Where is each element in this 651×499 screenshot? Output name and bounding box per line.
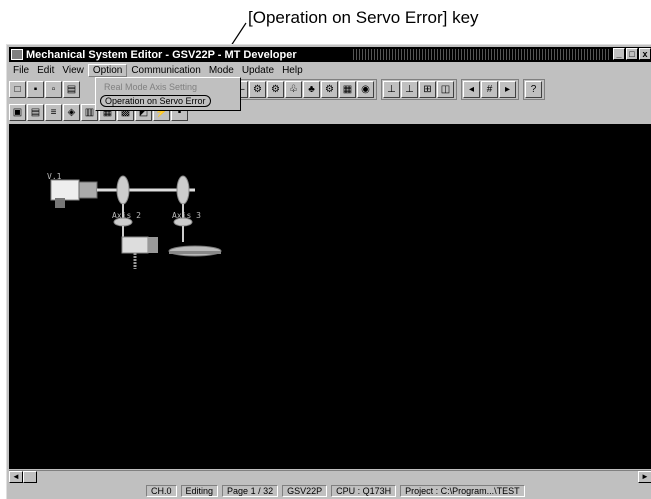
diff-gear-icon[interactable]: ♣ bbox=[303, 80, 320, 98]
app-window: Mechanical System Editor - GSV22P - MT D… bbox=[6, 44, 651, 499]
scroll-left-button[interactable]: ◄ bbox=[9, 471, 23, 483]
parameter-icon[interactable]: ◈ bbox=[63, 103, 80, 121]
clutch-icon[interactable]: ⚙ bbox=[267, 80, 284, 98]
roller-icon[interactable]: ⊥ bbox=[383, 80, 400, 98]
maximize-button[interactable]: □ bbox=[626, 48, 638, 60]
close-button[interactable]: x bbox=[639, 48, 651, 60]
mechanism-parts-toolbar: — ⚙ ⚙ ♧ ♣ ⚙ ▦ ◉ bbox=[229, 78, 377, 100]
menu-file[interactable]: File bbox=[9, 65, 33, 76]
navigation-toolbar: ◂ # ▸ bbox=[461, 78, 519, 100]
menu-help[interactable]: Help bbox=[278, 65, 307, 76]
horizontal-scrollbar[interactable]: ◄ ► bbox=[9, 470, 651, 483]
virtual-servo-motor[interactable] bbox=[50, 179, 80, 201]
save-icon[interactable]: ▪ bbox=[27, 80, 44, 98]
status-cpu: CPU : Q173H bbox=[331, 484, 397, 497]
screenshot-root: [Operation on Servo Error] key Mechanica… bbox=[0, 0, 651, 499]
virtual-axis-icon[interactable]: ▦ bbox=[339, 80, 356, 98]
cam-icon[interactable]: ◉ bbox=[357, 80, 374, 98]
gear-2[interactable] bbox=[176, 175, 190, 205]
grid-icon[interactable]: # bbox=[481, 80, 498, 98]
menu-edit[interactable]: Edit bbox=[33, 65, 58, 76]
menu-mode[interactable]: Mode bbox=[205, 65, 238, 76]
menu-item-real-mode-axis-setting[interactable]: Real Mode Axis Setting bbox=[104, 82, 197, 92]
open-icon[interactable]: ▫ bbox=[45, 80, 62, 98]
status-project-path: Project : C:\Program...\TEST bbox=[400, 484, 525, 497]
cam-output-icon[interactable]: ◫ bbox=[437, 80, 454, 98]
gear-1[interactable] bbox=[116, 175, 130, 205]
monitor-icon[interactable]: ▤ bbox=[27, 103, 44, 121]
minimize-button[interactable]: _ bbox=[613, 48, 625, 60]
output-toolbar: ⊥ ⊥ ⊞ ◫ bbox=[381, 78, 457, 100]
scroll-right-button[interactable]: ► bbox=[638, 471, 651, 483]
new-file-icon[interactable]: □ bbox=[9, 80, 26, 98]
print-icon[interactable]: ▤ bbox=[63, 80, 80, 98]
ball-screw-output[interactable] bbox=[121, 236, 149, 254]
connect-icon[interactable]: ≡ bbox=[45, 103, 62, 121]
help-toolbar: ? bbox=[523, 78, 545, 100]
help-icon[interactable]: ? bbox=[525, 80, 542, 98]
speed-change-icon[interactable]: ♧ bbox=[285, 80, 302, 98]
window-title: Mechanical System Editor - GSV22P - MT D… bbox=[26, 48, 297, 61]
menu-communication[interactable]: Communication bbox=[127, 65, 204, 76]
ball-screw-icon[interactable]: ⊥ bbox=[401, 80, 418, 98]
window-controls: _ □ x bbox=[613, 48, 651, 60]
menu-bar: File Edit View Option Communication Mode… bbox=[9, 64, 651, 77]
app-icon bbox=[11, 49, 23, 60]
menu-option[interactable]: Option bbox=[87, 64, 128, 77]
status-mode: Editing bbox=[180, 484, 219, 497]
status-page: Page 1 / 32 bbox=[222, 484, 279, 497]
menu-view[interactable]: View bbox=[58, 65, 88, 76]
status-project-type: GSV22P bbox=[282, 484, 328, 497]
status-bar: CH.0 Editing Page 1 / 32 GSV22P CPU : Q1… bbox=[9, 483, 651, 498]
status-channel: CH.0 bbox=[146, 484, 177, 497]
edit-icon[interactable]: ▣ bbox=[9, 103, 26, 121]
callout-label: [Operation on Servo Error] key bbox=[248, 8, 479, 27]
mechanism-diagram bbox=[50, 175, 222, 269]
scroll-thumb[interactable] bbox=[23, 471, 37, 483]
title-bar[interactable]: Mechanical System Editor - GSV22P - MT D… bbox=[9, 47, 651, 62]
diff-gear-main-icon[interactable]: ⚙ bbox=[321, 80, 338, 98]
next-page-icon[interactable]: ▸ bbox=[499, 80, 516, 98]
title-bar-pattern bbox=[351, 49, 611, 60]
prev-page-icon[interactable]: ◂ bbox=[463, 80, 480, 98]
mechanism-canvas[interactable]: V.1 Axis 2 Axis 3 bbox=[9, 124, 651, 469]
gear-icon[interactable]: ⚙ bbox=[249, 80, 266, 98]
menu-item-operation-on-servo-error[interactable]: Operation on Servo Error bbox=[100, 95, 211, 107]
toolbar-main: □ ▪ ▫ ▤ — ⚙ ⚙ ♧ ♣ ⚙ ▦ ◉ ⊥ ⊥ ⊞ ◫ ◂ bbox=[9, 78, 549, 100]
rotary-table-icon[interactable]: ⊞ bbox=[419, 80, 436, 98]
option-dropdown-menu: Real Mode Axis Setting Operation on Serv… bbox=[95, 77, 241, 111]
menu-update[interactable]: Update bbox=[238, 65, 278, 76]
